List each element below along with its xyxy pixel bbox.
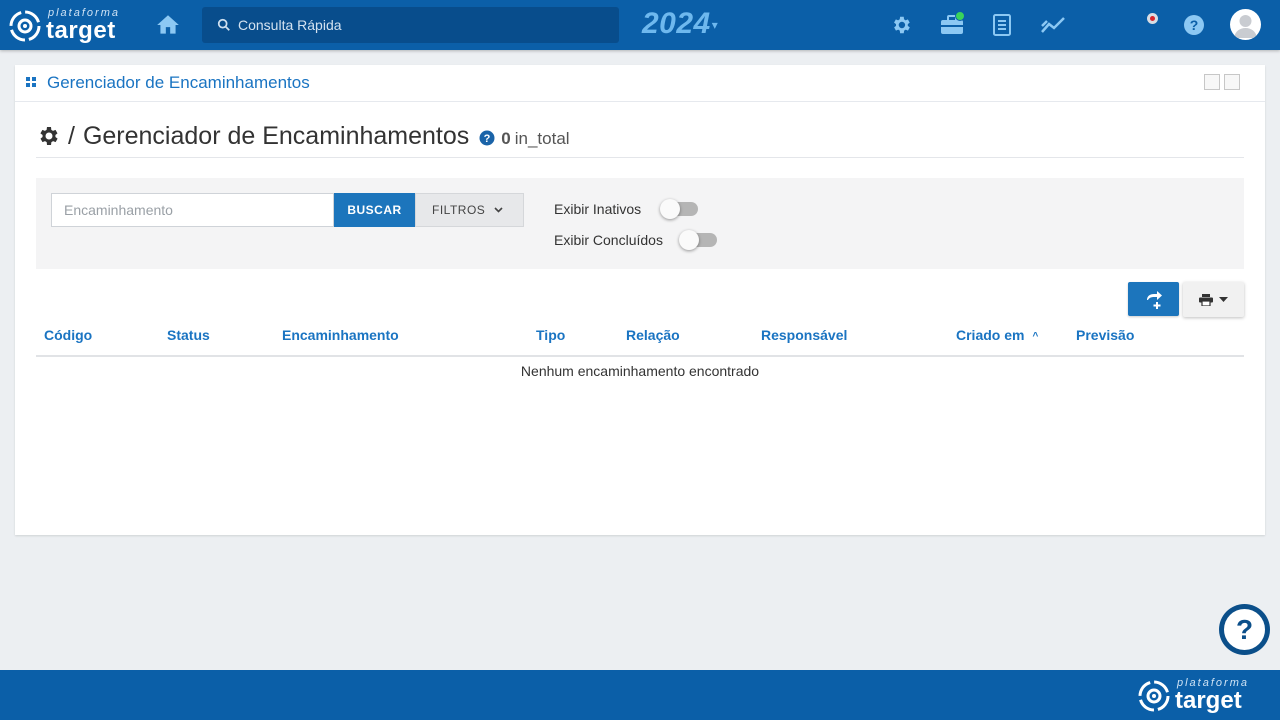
total-count-label: in_total bbox=[514, 129, 570, 148]
filters-label: FILTROS bbox=[432, 203, 486, 217]
column-previsao[interactable]: Previsão bbox=[1076, 327, 1134, 343]
svg-text:?: ? bbox=[484, 133, 491, 145]
forward-add-icon bbox=[1146, 291, 1162, 309]
year-value: 2024 bbox=[642, 7, 711, 40]
filter-box: BUSCAR FILTROS Exibir Inativos Exibir Co… bbox=[36, 178, 1244, 269]
page-title-prefix: / bbox=[68, 121, 75, 150]
sort-asc-icon: ^ bbox=[1032, 330, 1039, 342]
column-responsavel[interactable]: Responsável bbox=[761, 327, 847, 343]
print-menu-button[interactable] bbox=[1183, 282, 1244, 317]
chevron-down-icon: ▾ bbox=[711, 18, 719, 33]
toggle-inativos[interactable] bbox=[660, 199, 698, 219]
broken-image-icon[interactable] bbox=[1224, 74, 1240, 90]
page-heading: / Gerenciador de Encaminhamentos ? 0 in_… bbox=[36, 119, 570, 153]
user-icon[interactable] bbox=[1230, 9, 1261, 40]
svg-text:?: ? bbox=[1190, 17, 1199, 33]
panel-header: Gerenciador de Encaminhamentos bbox=[15, 65, 1265, 102]
footer-logo: plataforma target bbox=[1137, 675, 1257, 715]
toggle-concluidos-label: Exibir Concluídos bbox=[554, 232, 663, 248]
gear-icon[interactable] bbox=[884, 8, 918, 42]
column-criado-em[interactable]: Criado em ^ bbox=[956, 327, 1038, 343]
column-criado-em-label: Criado em bbox=[956, 327, 1025, 343]
briefcase-icon[interactable] bbox=[935, 8, 969, 42]
help-icon: ? bbox=[1224, 609, 1265, 650]
notification-badge bbox=[955, 11, 965, 21]
main-panel: Gerenciador de Encaminhamentos / Gerenci… bbox=[15, 65, 1265, 535]
toggle-inativos-label: Exibir Inativos bbox=[554, 201, 642, 217]
trend-icon[interactable] bbox=[1036, 8, 1070, 42]
column-codigo[interactable]: Código bbox=[44, 327, 92, 343]
search-icon bbox=[217, 18, 230, 31]
quick-search bbox=[202, 7, 619, 43]
broken-image-icon[interactable] bbox=[1204, 74, 1220, 90]
add-forward-button[interactable] bbox=[1128, 282, 1179, 316]
search-button[interactable]: BUSCAR bbox=[334, 193, 415, 227]
total-count: 0 bbox=[501, 129, 511, 148]
chevron-down-icon bbox=[494, 207, 503, 213]
column-tipo[interactable]: Tipo bbox=[536, 327, 565, 343]
target-logo-icon bbox=[1138, 680, 1170, 712]
footer: plataforma target bbox=[0, 670, 1280, 720]
empty-message: Nenhum encaminhamento encontrado bbox=[520, 363, 760, 379]
grid-icon bbox=[26, 77, 36, 87]
footer-brand-name: target bbox=[1175, 687, 1242, 714]
brand-name: target bbox=[46, 17, 116, 44]
toggle-concluidos[interactable] bbox=[679, 230, 717, 250]
quick-search-input[interactable] bbox=[238, 7, 608, 43]
panel-title: Gerenciador de Encaminhamentos bbox=[47, 73, 310, 92]
caret-down-icon bbox=[1219, 296, 1228, 302]
column-relacao[interactable]: Relação bbox=[626, 327, 680, 343]
column-status[interactable]: Status bbox=[167, 327, 210, 343]
column-encaminhamento[interactable]: Encaminhamento bbox=[282, 327, 399, 343]
help-chat-button[interactable]: ? bbox=[1219, 604, 1270, 655]
content-area: / Gerenciador de Encaminhamentos ? 0 in_… bbox=[21, 107, 1259, 529]
year-selector[interactable]: 2024▾ bbox=[642, 7, 718, 41]
top-navbar: plataforma target 2024▾ ? bbox=[0, 0, 1280, 50]
home-icon[interactable] bbox=[155, 12, 181, 38]
document-icon[interactable] bbox=[985, 8, 1019, 42]
brand-logo[interactable]: plataforma target bbox=[8, 5, 128, 45]
gear-icon bbox=[40, 127, 58, 145]
help-icon[interactable]: ? bbox=[1177, 8, 1211, 42]
printer-icon bbox=[1199, 293, 1213, 306]
filters-button[interactable]: FILTROS bbox=[415, 193, 524, 227]
page-title: Gerenciador de Encaminhamentos bbox=[82, 121, 470, 150]
help-icon[interactable]: ? bbox=[479, 130, 495, 146]
target-logo-icon bbox=[9, 10, 41, 42]
divider bbox=[36, 157, 1244, 158]
record-icon[interactable] bbox=[1147, 13, 1158, 24]
table-header: Código Status Encaminhamento Tipo Relaçã… bbox=[36, 319, 1244, 357]
encaminhamento-search-input[interactable] bbox=[51, 193, 334, 227]
